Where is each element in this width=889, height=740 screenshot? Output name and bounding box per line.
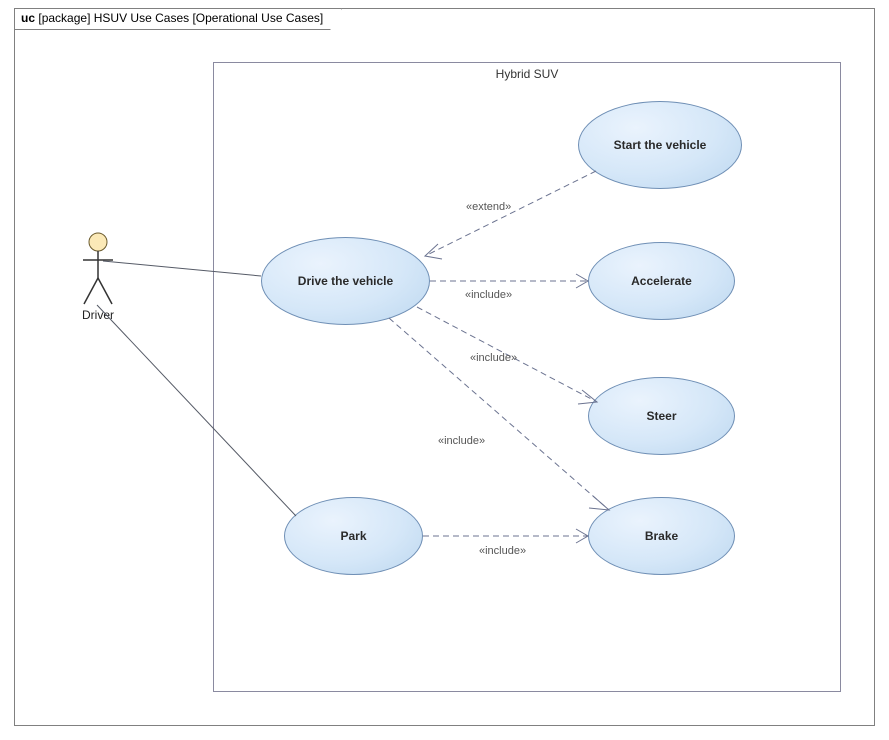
frame-scope: [package] xyxy=(38,11,90,25)
frame-header: uc [package] HSUV Use Cases [Operational… xyxy=(14,8,342,30)
usecase-drive: Drive the vehicle xyxy=(261,237,430,325)
frame-kind: uc xyxy=(21,11,35,25)
usecase-start: Start the vehicle xyxy=(578,101,742,189)
frame-subtitle: [Operational Use Cases] xyxy=(192,11,323,25)
system-title: Hybrid SUV xyxy=(214,67,840,81)
diagram-canvas: uc [package] HSUV Use Cases [Operational… xyxy=(0,0,889,740)
usecase-steer: Steer xyxy=(588,377,735,455)
usecase-accelerate: Accelerate xyxy=(588,242,735,320)
frame-title: HSUV Use Cases xyxy=(94,11,189,25)
usecase-brake: Brake xyxy=(588,497,735,575)
label-include-steer: «include» xyxy=(470,352,517,364)
label-include-brake: «include» xyxy=(438,435,485,447)
system-boundary: Hybrid SUV xyxy=(213,62,841,692)
actor-driver: Driver xyxy=(68,232,128,322)
label-extend: «extend» xyxy=(466,201,511,213)
usecase-park: Park xyxy=(284,497,423,575)
label-include-accel: «include» xyxy=(465,289,512,301)
stick-figure-icon xyxy=(81,232,115,306)
actor-label: Driver xyxy=(68,308,128,322)
label-include-park-brake: «include» xyxy=(479,545,526,557)
